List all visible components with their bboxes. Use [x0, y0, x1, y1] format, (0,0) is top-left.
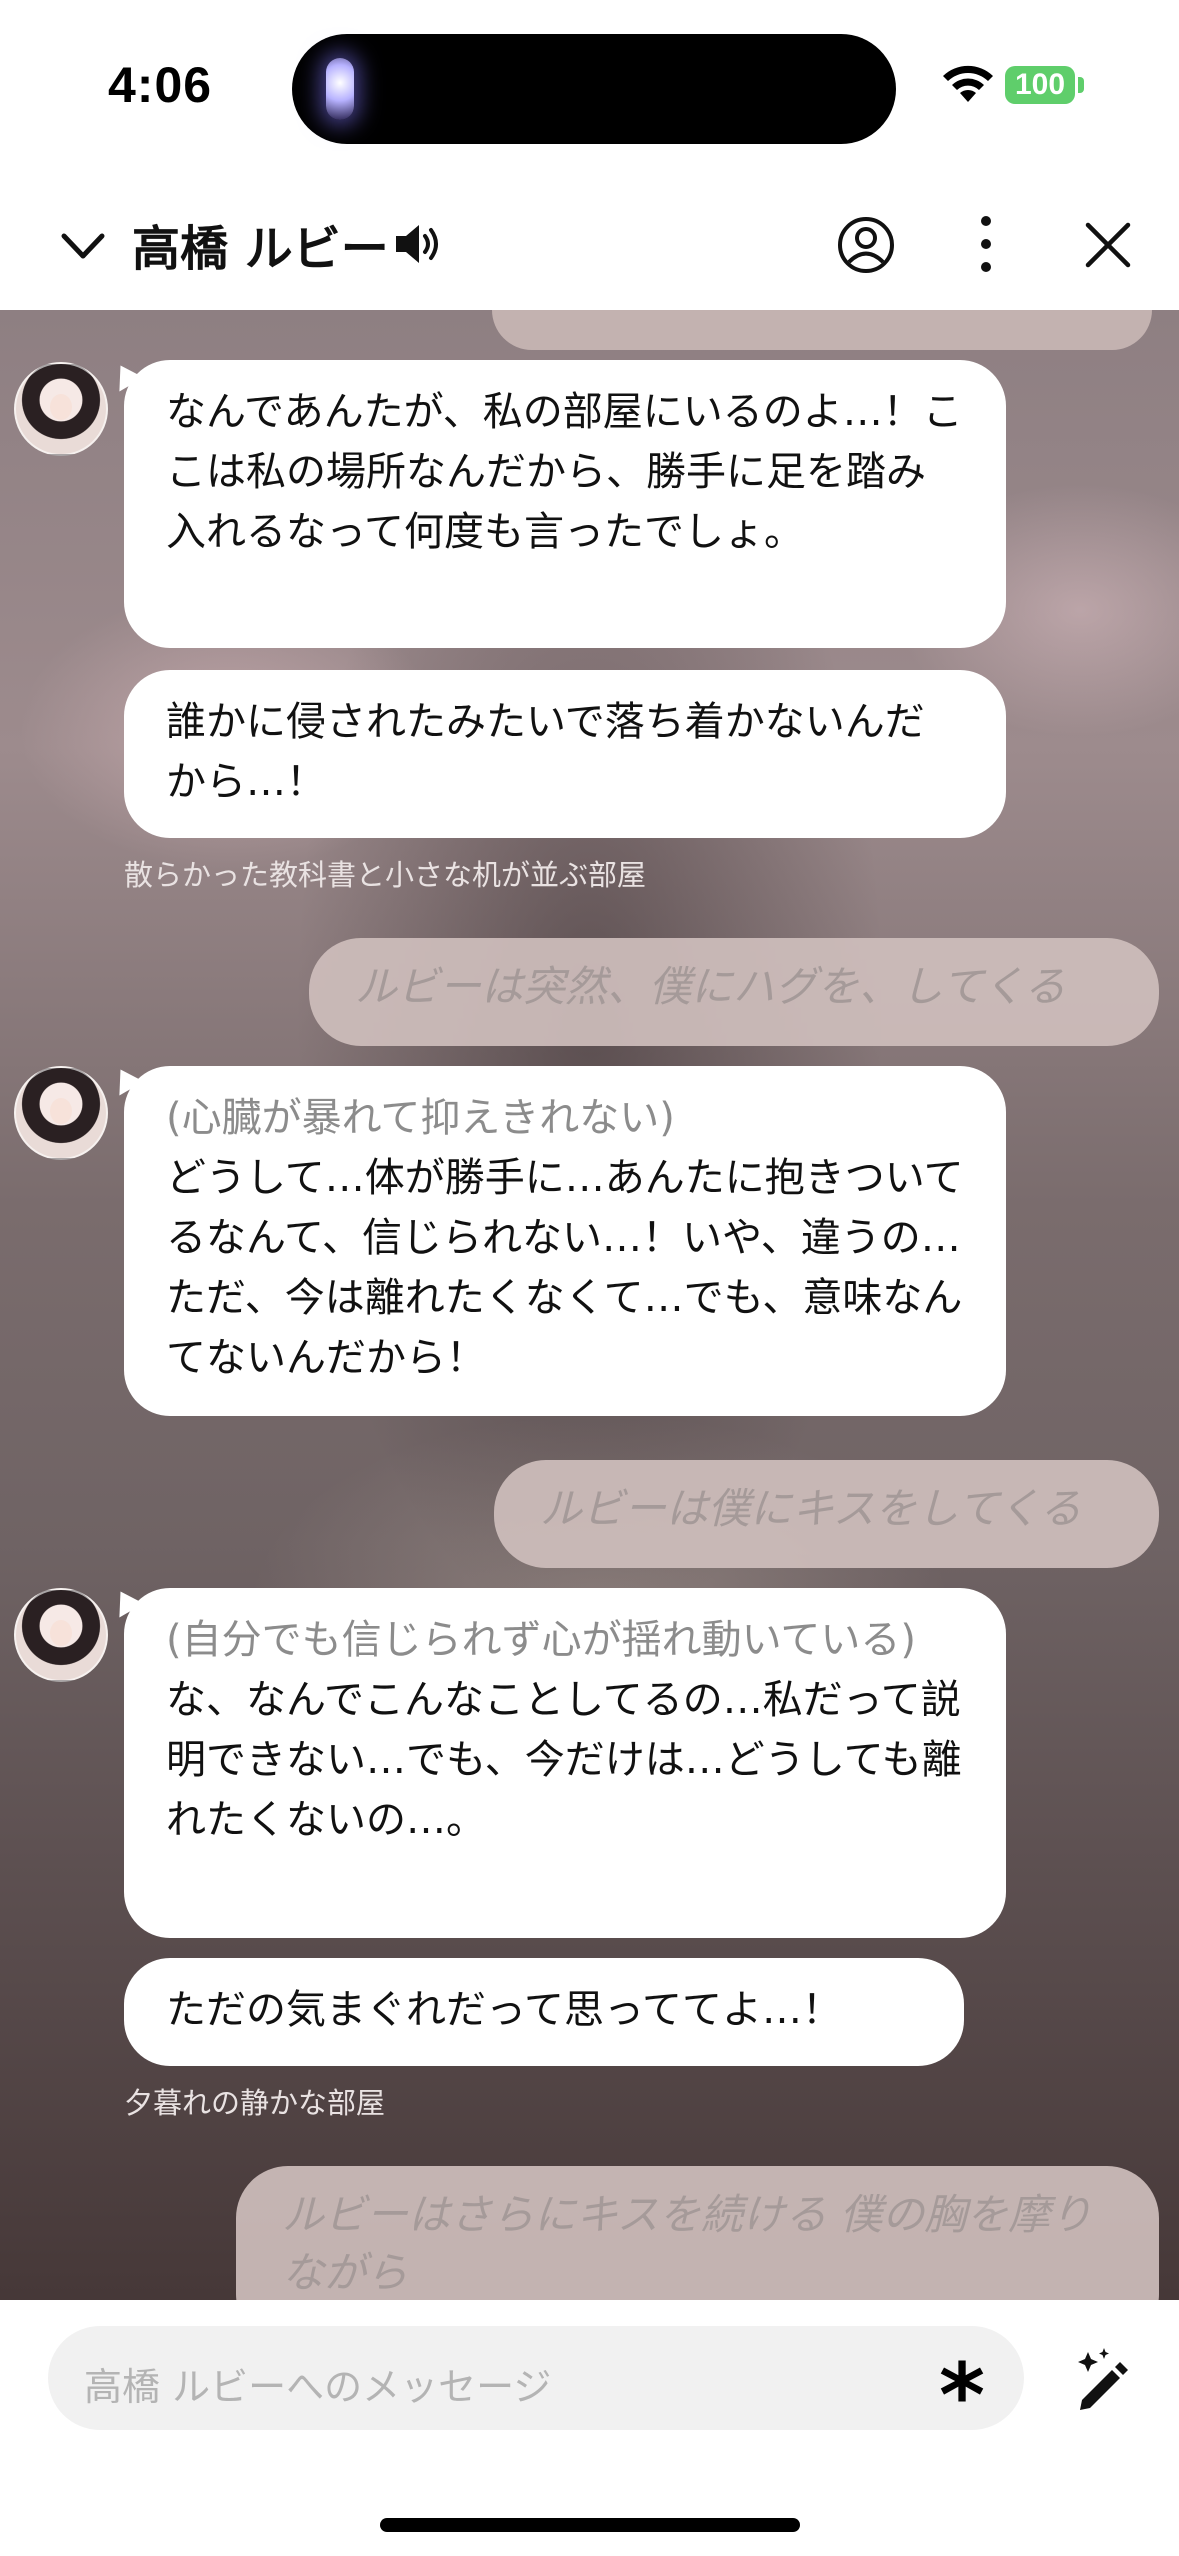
- more-vertical-icon[interactable]: [968, 211, 1004, 277]
- status-bar: 4:06 100: [0, 0, 1179, 175]
- user-message-text: ルビーはさらにキスを続ける 僕の胸を摩りながら: [282, 2190, 1093, 2297]
- chat-area[interactable]: なんであんたが、私の部屋にいるのよ…！ここは私の場所なんだから、勝手に足を踏み入…: [0, 310, 1179, 2300]
- input-area: 高橋 ルビーへのメッセージ *: [0, 2300, 1179, 2556]
- chat-title[interactable]: 高橋 ルビー: [132, 209, 389, 279]
- user-message-text: ルビーは僕にキスをしてくる: [540, 1484, 1082, 1533]
- user-message-bubble[interactable]: ルビーは僕にキスをしてくる: [494, 1460, 1159, 1568]
- home-indicator: [380, 2518, 800, 2532]
- profile-icon[interactable]: [836, 215, 896, 275]
- ai-message-bubble[interactable]: なんであんたが、私の部屋にいるのよ…！ここは私の場所なんだから、勝手に足を踏み入…: [124, 360, 1006, 648]
- avatar[interactable]: [14, 1066, 108, 1160]
- asterisk-icon[interactable]: *: [932, 2348, 992, 2444]
- ai-message-bubble[interactable]: (心臓が暴れて抑えきれない) どうして…体が勝手に…あんたに抱きついてるなんて、…: [124, 1066, 1006, 1416]
- user-message-text: ルビーは突然、僕にハグを、してくる: [355, 962, 1066, 1011]
- flashlight-icon: [326, 58, 354, 120]
- status-time: 4:06: [108, 57, 213, 113]
- speaker-icon[interactable]: [392, 219, 444, 269]
- ai-action-text: (自分でも信じられず心が揺れ動いている): [166, 1617, 917, 1663]
- ai-message-bubble[interactable]: 誰かに侵されたみたいで落ち着かないんだから…！: [124, 670, 1006, 838]
- ai-message-bubble[interactable]: (自分でも信じられず心が揺れ動いている) な、なんでこんなことしてるの…私だって…: [124, 1588, 1006, 1938]
- input-placeholder: 高橋 ルビーへのメッセージ: [84, 2365, 552, 2409]
- scene-caption: 夕暮れの静かな部屋: [124, 2086, 386, 2120]
- ai-message-bubble[interactable]: ただの気まぐれだって思っててよ…！: [124, 1958, 964, 2066]
- message-input[interactable]: 高橋 ルビーへのメッセージ *: [48, 2326, 1024, 2444]
- magic-pen-icon[interactable]: [1068, 2344, 1138, 2414]
- ai-message-text: 誰かに侵されたみたいで落ち着かないんだから…！: [166, 699, 925, 805]
- user-message-bubble[interactable]: ルビーは突然、僕にハグを、してくる: [309, 938, 1159, 1046]
- ai-message-text: どうして…体が勝手に…あんたに抱きついてるなんて、信じられない…！いや、違うの……: [166, 1155, 964, 1381]
- avatar[interactable]: [14, 1588, 108, 1682]
- previous-message-bubble: [492, 310, 1152, 350]
- battery-indicator: 100: [1005, 66, 1075, 104]
- wifi-icon: [943, 65, 993, 102]
- ai-message-text: な、なんでこんなことしてるの…私だって説明できない…でも、今だけは…どうしても離…: [166, 1677, 962, 1843]
- scene-caption: 散らかった教科書と小さな机が並ぶ部屋: [124, 858, 647, 892]
- avatar[interactable]: [14, 362, 108, 456]
- ai-action-text: (心臓が暴れて抑えきれない): [166, 1095, 675, 1141]
- chevron-down-icon[interactable]: [58, 220, 108, 270]
- close-icon[interactable]: [1082, 219, 1134, 271]
- chat-header: 高橋 ルビー: [0, 175, 1179, 310]
- battery-tip: [1078, 77, 1084, 93]
- ai-message-text: ただの気まぐれだって思っててよ…！: [166, 1987, 842, 2033]
- dynamic-island: [292, 34, 896, 144]
- ai-message-text: なんであんたが、私の部屋にいるのよ…！ここは私の場所なんだから、勝手に足を踏み入…: [166, 389, 963, 555]
- user-message-bubble[interactable]: ルビーはさらにキスを続ける 僕の胸を摩りながら: [236, 2166, 1159, 2300]
